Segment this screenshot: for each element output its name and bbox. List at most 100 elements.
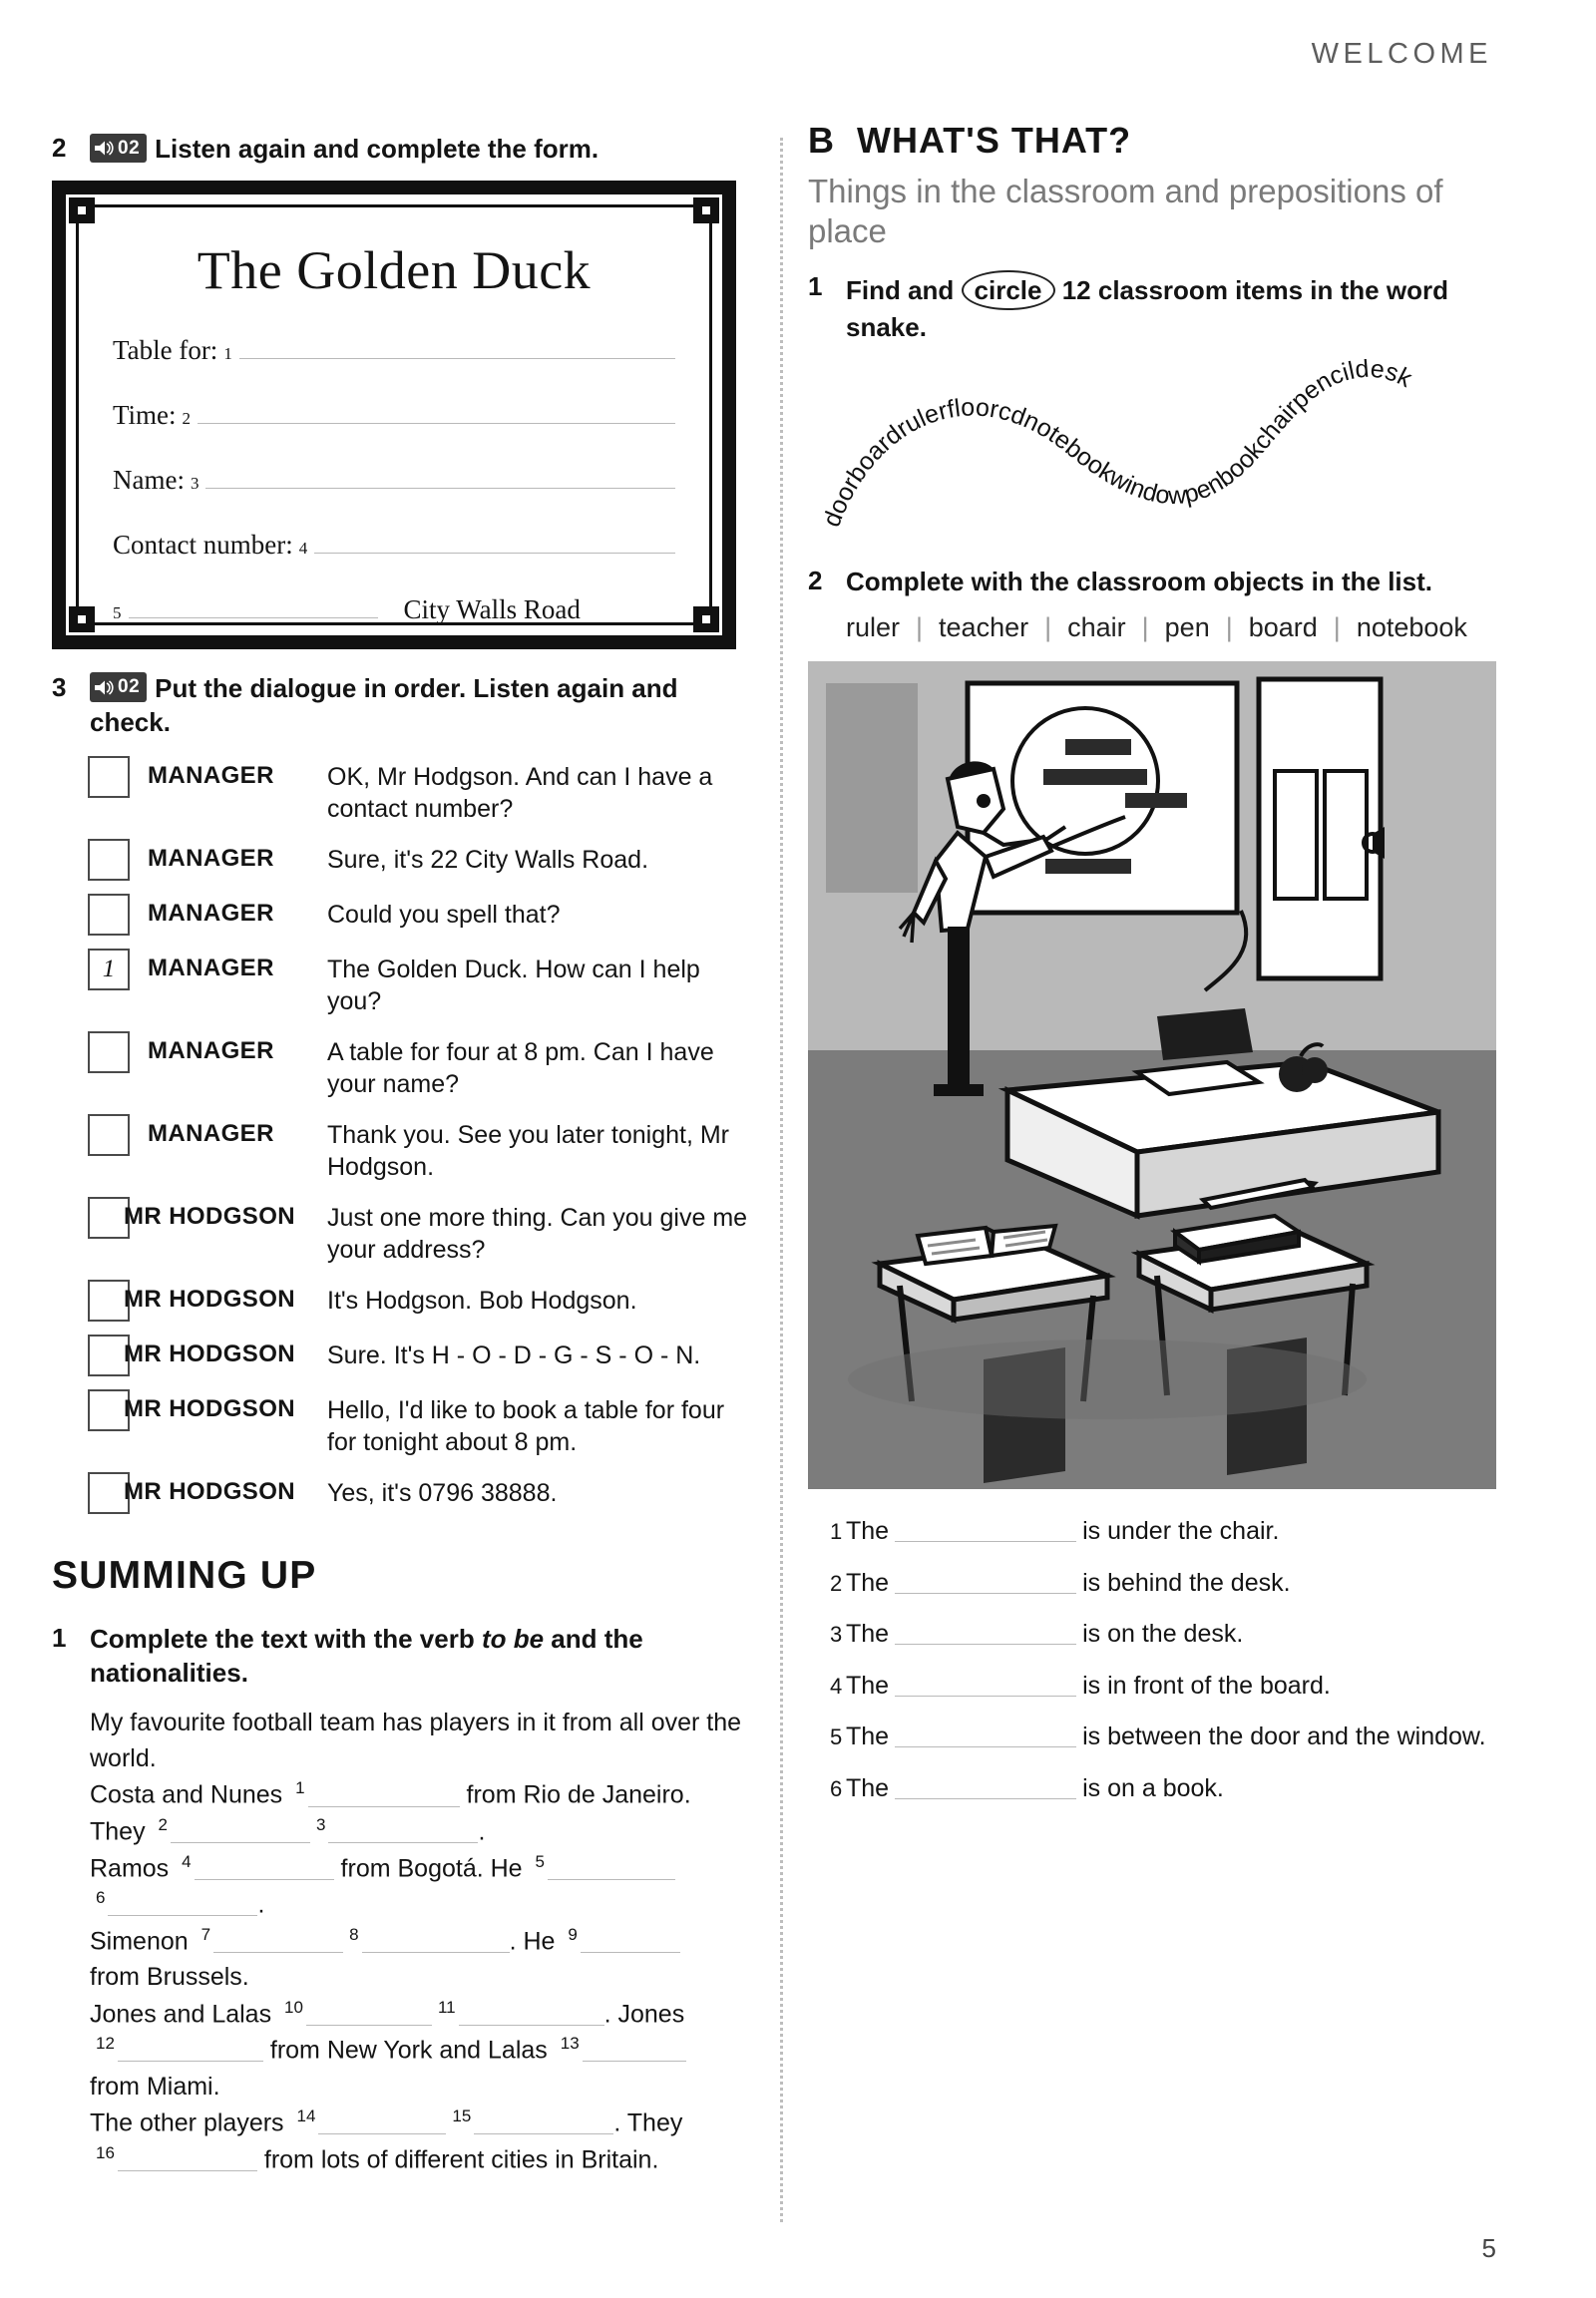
instr-italic-to-be: to be bbox=[481, 1623, 545, 1654]
gap-blank-3[interactable] bbox=[328, 1821, 479, 1844]
gap-blank-13[interactable] bbox=[582, 2040, 686, 2063]
question-body: The is in front of the board. bbox=[846, 1670, 1496, 1703]
speaker-label: MR HODGSON bbox=[124, 1340, 295, 1367]
restaurant-booking-form: The Golden Duck Table for: 1 Time: 2 Nam… bbox=[52, 180, 736, 649]
form-blank-2[interactable] bbox=[198, 404, 675, 424]
gap-blank-14[interactable] bbox=[318, 2112, 447, 2135]
gap-seg-8-after: . He bbox=[509, 1927, 563, 1956]
wordbank-item-chair[interactable]: chair bbox=[1051, 612, 1142, 643]
gap-blank-4[interactable] bbox=[194, 1858, 334, 1880]
exercise-3-instruction: 02 Put the dialogue in order. Listen aga… bbox=[90, 671, 750, 740]
gap-blank-6[interactable] bbox=[108, 1894, 258, 1917]
gap-seg-1-after: from Rio de Janeiro. bbox=[459, 1780, 691, 1809]
corner-notch-top-right bbox=[693, 196, 719, 223]
circled-word-circle: circle bbox=[961, 269, 1055, 311]
gap-seg-12-after: from New York and Lalas bbox=[262, 2036, 555, 2065]
question-row: 4 The is in front of the board. bbox=[808, 1670, 1496, 1703]
speaker-label: MANAGER bbox=[148, 1036, 274, 1064]
dialogue-text: The Golden Duck. How can I help you? bbox=[327, 955, 700, 1016]
question-row: 1 The is under the chair. bbox=[808, 1515, 1496, 1548]
dialogue-text: OK, Mr Hodgson. And can I have a contact… bbox=[327, 762, 713, 824]
dialogue-row: MR HODGSON Hello, I'd like to book a tab… bbox=[52, 1387, 750, 1459]
gap-blank-12[interactable] bbox=[117, 2040, 263, 2063]
gap-seg-17-after: from lots of different cities in Britain… bbox=[256, 2144, 659, 2173]
wordbank-item-ruler[interactable]: ruler bbox=[846, 612, 916, 643]
gap-sup-10: 10 bbox=[284, 1997, 303, 2017]
right-exercise-2-heading: 2 Complete with the classroom objects in… bbox=[808, 565, 1496, 599]
audio-track-number: 02 bbox=[118, 676, 141, 698]
gap-blank-10[interactable] bbox=[305, 2004, 432, 2026]
gap-blank-7[interactable] bbox=[213, 1931, 344, 1954]
form-blank-1[interactable] bbox=[238, 339, 675, 359]
order-checkbox[interactable] bbox=[88, 755, 130, 798]
gap-blank-16[interactable] bbox=[117, 2149, 257, 2171]
gap-fill-paragraph: My favourite football team has players i… bbox=[90, 1705, 750, 2177]
form-blank-3[interactable] bbox=[205, 469, 675, 489]
speaker-icon bbox=[95, 141, 114, 156]
gap-seg-4-before: Ramos bbox=[90, 1853, 177, 1882]
form-field-name: Name: 3 bbox=[113, 465, 675, 496]
summing-up-ex1-number: 1 bbox=[52, 1622, 67, 1653]
gap-blank-5[interactable] bbox=[548, 1858, 676, 1880]
question-body: The is between the door and the window. bbox=[846, 1721, 1496, 1753]
question-body: The is behind the desk. bbox=[846, 1567, 1496, 1600]
preposition-questions: 1 The is under the chair. 2 The is behind … bbox=[808, 1515, 1496, 1804]
wordbank-item-notebook[interactable]: notebook bbox=[1341, 612, 1483, 643]
question-row: 5 The is between the door and the window. bbox=[808, 1721, 1496, 1753]
question-blank[interactable] bbox=[895, 1779, 1077, 1799]
speaker-label: MANAGER bbox=[148, 761, 274, 789]
wordbank-item-teacher[interactable]: teacher bbox=[923, 612, 1044, 643]
dialogue-row: MANAGER Could you spell that? bbox=[52, 892, 750, 936]
gap-blank-8[interactable] bbox=[361, 1931, 510, 1954]
section-title: WHAT'S THAT? bbox=[857, 120, 1132, 161]
gap-blank-2[interactable] bbox=[171, 1821, 310, 1844]
order-checkbox[interactable] bbox=[88, 1030, 130, 1073]
question-row: 6 The is on a book. bbox=[808, 1772, 1496, 1805]
gap-blank-1[interactable] bbox=[307, 1785, 460, 1807]
dialogue-text: It's Hodgson. Bob Hodgson. bbox=[327, 1286, 637, 1315]
wordbank-separator: | bbox=[1141, 612, 1149, 643]
question-blank[interactable] bbox=[895, 1625, 1077, 1646]
wordbank-item-pen[interactable]: pen bbox=[1149, 612, 1226, 643]
question-before: The bbox=[846, 1723, 890, 1751]
right-column: B WHAT'S THAT? Things in the classroom a… bbox=[808, 120, 1496, 1823]
dialogue-text: Thank you. See you later tonight, Mr Hod… bbox=[327, 1120, 729, 1182]
order-checkbox[interactable] bbox=[88, 838, 130, 881]
gap-sup-11: 11 bbox=[437, 1997, 456, 2017]
word-bank: ruler | teacher | chair | pen | board | noteb… bbox=[846, 612, 1496, 643]
speaker-label: MR HODGSON bbox=[124, 1285, 295, 1313]
form-blank-5[interactable] bbox=[128, 598, 378, 618]
gap-blank-11[interactable] bbox=[458, 2004, 604, 2026]
audio-icon[interactable]: 02 bbox=[90, 133, 148, 164]
question-before: The bbox=[846, 1517, 890, 1546]
question-row: 2 The is behind the desk. bbox=[808, 1567, 1496, 1600]
gap-sup-5: 5 bbox=[535, 1851, 546, 1871]
question-number: 6 bbox=[830, 1775, 843, 1801]
gap-sup-14: 14 bbox=[296, 2106, 316, 2125]
gap-sup-7: 7 bbox=[200, 1924, 211, 1944]
gap-seg-2-before: They bbox=[90, 1817, 153, 1846]
gap-blank-15[interactable] bbox=[474, 2112, 614, 2135]
textbook-page: WELCOME 5 2 02 Listen again and complete… bbox=[0, 0, 1596, 2298]
wordbank-item-board[interactable]: board bbox=[1233, 612, 1334, 643]
right-ex2-instruction: Complete with the classroom objects in t… bbox=[846, 566, 1432, 596]
gap-sup-3: 3 bbox=[316, 1814, 326, 1834]
gap-blank-9[interactable] bbox=[580, 1931, 680, 1954]
question-blank[interactable] bbox=[895, 1522, 1077, 1543]
order-checkbox[interactable] bbox=[88, 1113, 130, 1156]
form-blank-4[interactable] bbox=[314, 534, 675, 554]
gap-seg-7-before: Simenon bbox=[90, 1927, 196, 1956]
right-ex1-number: 1 bbox=[808, 270, 823, 301]
order-checkbox[interactable]: 1 bbox=[88, 948, 130, 990]
order-checkbox[interactable] bbox=[88, 893, 130, 936]
question-blank[interactable] bbox=[895, 1677, 1077, 1697]
gap-seg-16-after: . They bbox=[613, 2108, 683, 2137]
gap-sup-13: 13 bbox=[560, 2034, 580, 2054]
question-body: The is on the desk. bbox=[846, 1618, 1496, 1651]
audio-icon[interactable]: 02 bbox=[90, 672, 148, 702]
question-blank[interactable] bbox=[895, 1727, 1077, 1748]
gap-seg-15-before: The other players bbox=[90, 2108, 291, 2137]
summing-up-exercise-1-heading: 1 Complete the text with the verb to be … bbox=[52, 1622, 750, 1691]
exercise-2-number: 2 bbox=[52, 133, 67, 163]
question-blank[interactable] bbox=[895, 1574, 1077, 1594]
